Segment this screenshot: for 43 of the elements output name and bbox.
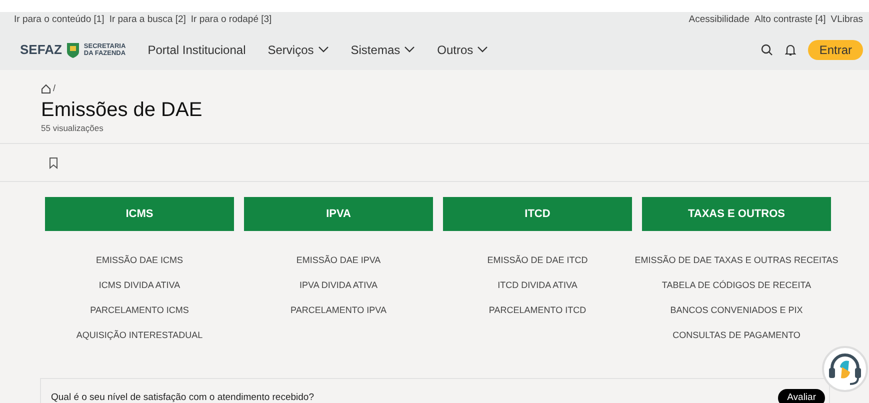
skip-link[interactable]: Ir para a busca [2] xyxy=(109,13,186,28)
login-button[interactable]: Entrar xyxy=(808,40,863,60)
bookmark-icon[interactable] xyxy=(49,156,58,168)
nav-menu-item[interactable]: Sistemas xyxy=(350,40,416,58)
accessibility-link[interactable]: Alto contraste [4] xyxy=(754,13,826,28)
category-header: ICMS xyxy=(45,197,234,231)
skip-link[interactable]: Ir para o rodapé [3] xyxy=(190,13,272,28)
service-link[interactable]: EMISSÃO DAE IPVA xyxy=(296,253,381,267)
home-icon[interactable] xyxy=(41,84,51,94)
nav-menu-item[interactable]: Serviços xyxy=(268,40,329,58)
service-link[interactable]: IPVA DIVIDA ATIVA xyxy=(299,278,378,292)
crest-icon xyxy=(66,40,80,58)
chevron-down-icon xyxy=(404,46,416,53)
service-link[interactable]: EMISSÃO DE DAE TAXAS E OUTRAS RECEITAS xyxy=(634,253,838,267)
breadcrumb-separator: / xyxy=(53,82,56,95)
service-link[interactable]: PARCELAMENTO ITCD xyxy=(488,303,586,317)
chevron-down-icon xyxy=(318,46,329,53)
category-header: TAXAS E OUTROS xyxy=(642,197,831,231)
service-link[interactable]: EMISSÃO DE DAE ITCD xyxy=(487,253,588,267)
rate-button[interactable]: Avaliar xyxy=(778,389,825,403)
view-count: 55 visualizações xyxy=(41,122,104,134)
chevron-down-icon xyxy=(477,46,488,53)
accessibility-link[interactable]: Acessibilidade xyxy=(688,13,750,28)
service-link[interactable]: PARCELAMENTO ICMS xyxy=(90,303,189,317)
accessibility-link[interactable]: VLibras xyxy=(830,13,863,28)
category-header: IPVA xyxy=(244,197,433,231)
nav-menu-item[interactable]: Outros xyxy=(437,40,488,58)
service-link[interactable]: ITCD DIVIDA ATIVA xyxy=(498,278,578,292)
service-link[interactable]: BANCOS CONVENIADOS E PIX xyxy=(670,303,803,317)
page-title: Emissões de DAE xyxy=(41,98,204,122)
service-link[interactable]: TABELA DE CÓDIGOS DE RECEITA xyxy=(662,278,812,292)
nav-menu-item[interactable]: Portal Institucional xyxy=(148,40,246,58)
service-link[interactable]: EMISSÃO DAE ICMS xyxy=(96,253,183,267)
skip-link[interactable]: Ir para o conteúdo [1] xyxy=(14,13,104,28)
category-header: ITCD xyxy=(443,197,632,231)
bell-icon[interactable] xyxy=(785,44,796,56)
service-link[interactable]: CONSULTAS DE PAGAMENTO xyxy=(672,328,800,342)
satisfaction-question: Qual é o seu nível de satisfação com o atendimento recebido? xyxy=(51,391,314,403)
search-icon[interactable] xyxy=(761,44,774,56)
support-chat-icon[interactable] xyxy=(822,346,868,392)
service-link[interactable]: PARCELAMENTO IPVA xyxy=(290,303,387,317)
service-link[interactable]: ICMS DIVIDA ATIVA xyxy=(98,278,180,292)
service-link[interactable]: AQUISIÇÃO INTERESTADUAL xyxy=(76,328,203,342)
